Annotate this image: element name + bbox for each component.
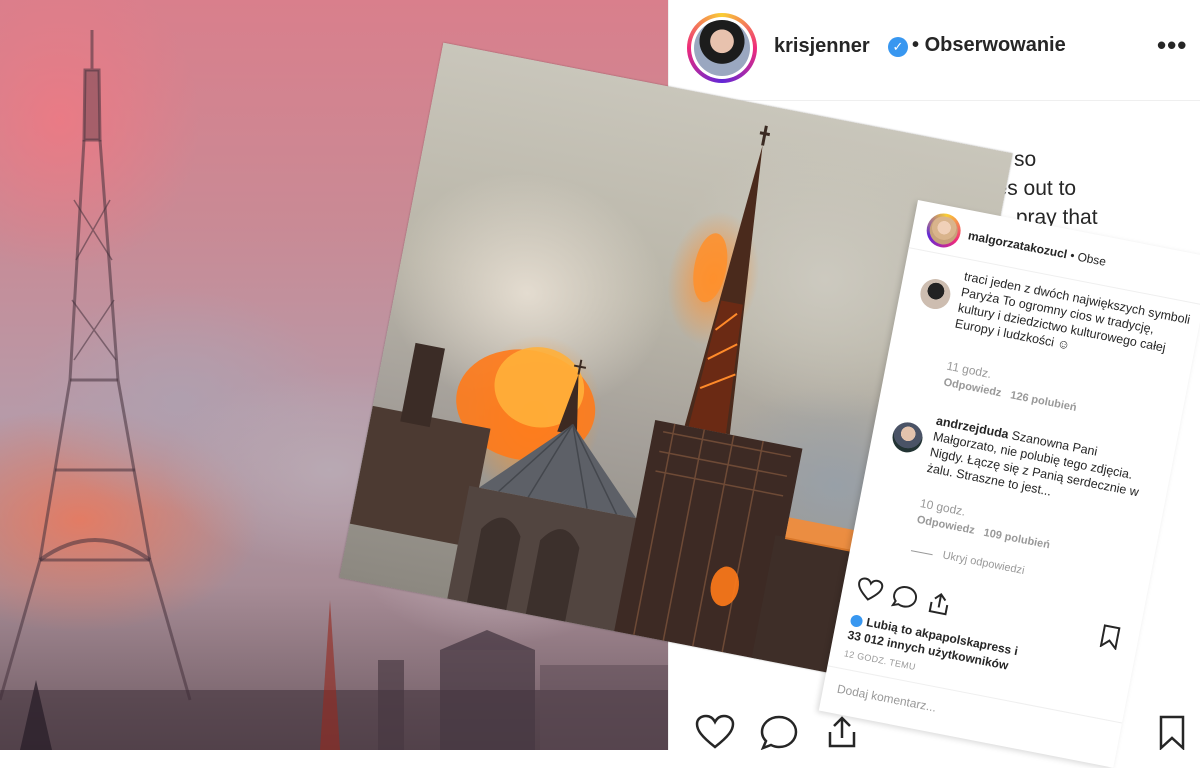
heart-icon[interactable] [695,714,735,750]
liked-by-avatar [849,613,864,628]
avatar[interactable] [917,276,953,312]
comment-likes[interactable]: 109 polubień [983,527,1051,552]
follow-status-button[interactable]: • Obserwowanie [912,34,1066,57]
separator-dot: • [912,34,920,56]
bookmark-icon[interactable] [1157,714,1187,750]
comment-card-username[interactable]: malgorzatakozucl • Obse [967,228,1107,269]
comment-likes[interactable]: 126 polubień [1009,389,1077,414]
reply-link[interactable]: Odpowiedz [943,376,1003,399]
follow-status-label: Obserwowanie [924,34,1066,56]
share-icon[interactable] [925,589,953,617]
comment-card-follow-status: • Obse [1069,248,1108,269]
comment-icon[interactable] [890,583,920,612]
more-options-icon[interactable]: ••• [1157,30,1187,61]
liked-by-summary[interactable]: Lubią to akpapolskapress i 33 012 innych… [846,611,1117,694]
share-icon[interactable] [824,714,860,750]
heart-icon[interactable] [855,576,885,605]
reply-link[interactable]: Odpowiedz [916,514,976,537]
hide-replies-link[interactable]: Ukryj odpowiedzi [942,549,1026,577]
bookmark-icon[interactable] [1098,623,1122,651]
verified-badge-icon: ✓ [888,37,908,57]
post-username[interactable]: krisjenner [774,35,870,58]
comment-icon[interactable] [759,714,799,750]
avatar[interactable] [923,210,964,251]
avatar[interactable] [687,13,757,83]
avatar[interactable] [889,419,926,455]
comment-card-username-text: malgorzatakozucl [966,228,1069,262]
replies-divider [910,550,933,556]
add-comment-input[interactable]: Dodaj komentarz... [836,682,938,715]
post-header: krisjenner ✓ • Obserwowanie ••• [669,0,1200,101]
